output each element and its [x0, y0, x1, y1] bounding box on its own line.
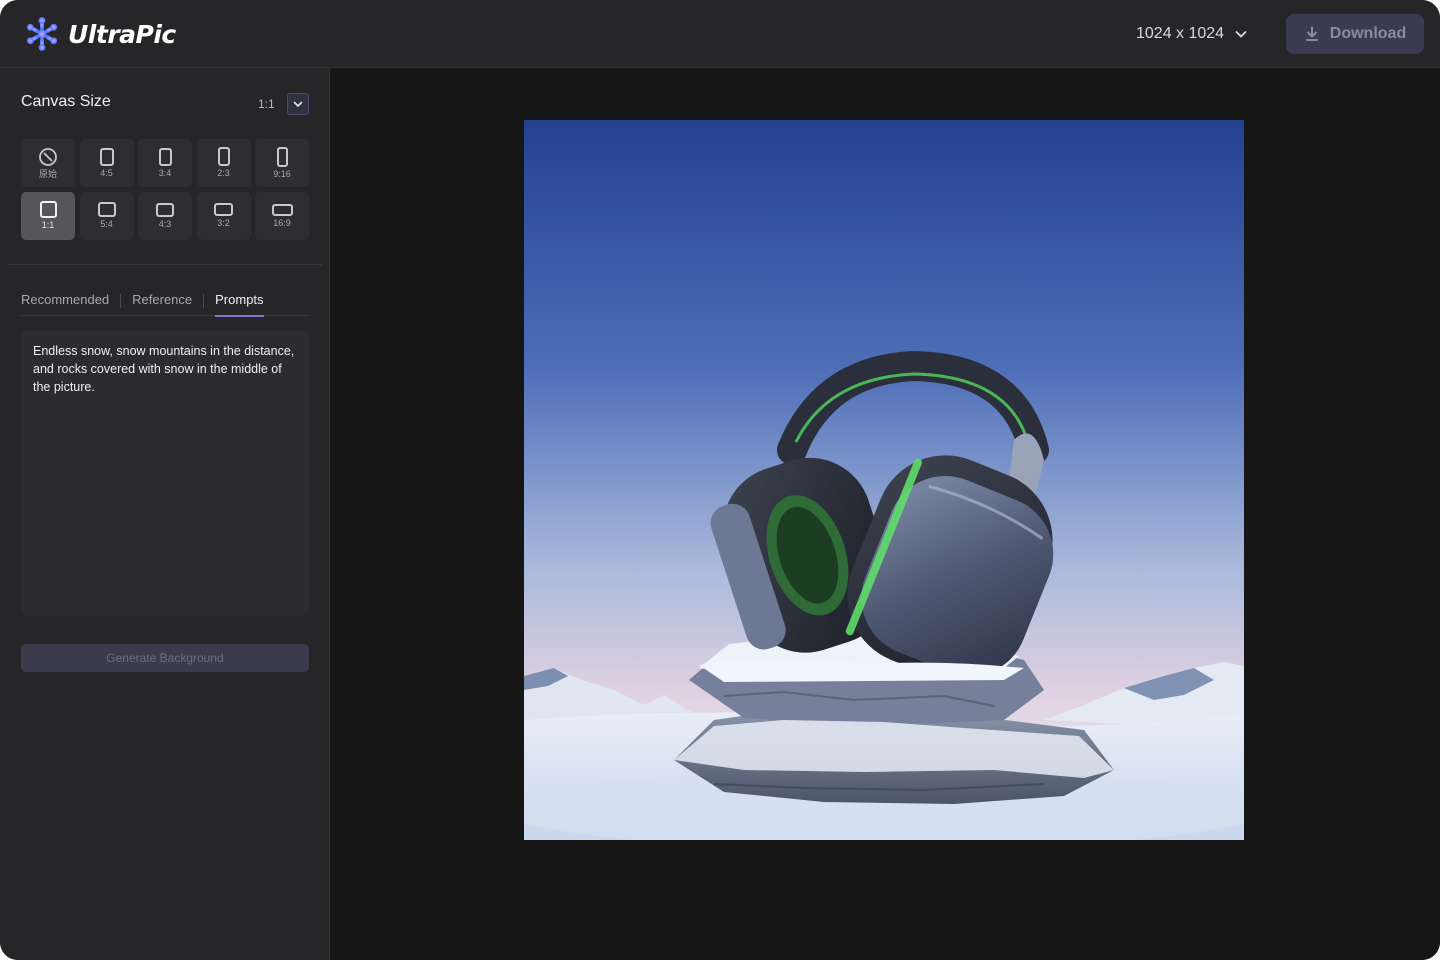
- prompt-textarea[interactable]: Endless snow, snow mountains in the dist…: [21, 330, 309, 616]
- ratio-16-9-icon: [271, 203, 293, 216]
- ratio-label: 1:1: [41, 220, 55, 230]
- download-icon: [1305, 26, 1318, 41]
- ratio-4-5-icon: [99, 147, 114, 166]
- ratio-label: 4:3: [158, 218, 172, 229]
- tab-prompts[interactable]: Prompts: [215, 292, 264, 317]
- canvas-ratio-value: 1:1: [258, 97, 275, 111]
- ratio-option-16-9[interactable]: 16:9: [255, 192, 309, 240]
- canvas-size-collapse-button[interactable]: [287, 93, 309, 115]
- ratio-label: 9:16: [273, 168, 291, 179]
- ratio-option-9-16[interactable]: 9:16: [255, 139, 309, 187]
- tab-separator: [203, 294, 205, 308]
- download-button[interactable]: Download: [1286, 14, 1424, 54]
- ratio-label: 5:4: [100, 219, 113, 229]
- ratio-option-2-3[interactable]: 2:3: [196, 139, 251, 187]
- generate-background-button[interactable]: Generate Background: [21, 644, 309, 672]
- chevron-down-icon: [293, 101, 303, 107]
- app-name: UltraPic: [68, 19, 176, 49]
- download-label: Download: [1329, 25, 1407, 42]
- settings-sidebar: Canvas Size 1:1 原始 4:5 3:4 2:3 9:16 1:1 …: [0, 68, 330, 960]
- headphones-snow-scene-image: [524, 120, 1244, 840]
- ratio-3-4-icon: [158, 147, 172, 166]
- ratio-option-4-5[interactable]: 4:5: [79, 139, 134, 187]
- app-logo[interactable]: UltraPic: [24, 16, 176, 52]
- ratio-4-3-icon: [156, 202, 174, 217]
- ratio-9-16-icon: [276, 146, 288, 167]
- ratio-label: 16:9: [273, 217, 291, 228]
- ratio-label: 2:3: [217, 168, 230, 178]
- ratio-option-3-4[interactable]: 3:4: [138, 139, 192, 187]
- output-size-select[interactable]: 1024 x 1024: [1136, 22, 1248, 46]
- output-size-value: 1024 x 1024: [1136, 25, 1225, 42]
- ratio-1-1-icon: [39, 201, 57, 218]
- ratio-5-4-icon: [97, 202, 116, 217]
- ratio-label: 3:2: [217, 218, 230, 228]
- tab-recommended[interactable]: Recommended: [21, 292, 109, 316]
- ratio-option-3-2[interactable]: 3:2: [196, 192, 251, 240]
- ratio-grid: 原始 4:5 3:4 2:3 9:16 1:1 5:4 4:3 3:2 16:9: [21, 139, 309, 240]
- background-source-tabs: Recommended Reference Prompts: [21, 292, 309, 317]
- ratio-option-5-4[interactable]: 5:4: [79, 192, 134, 240]
- ratio-2-3-icon: [217, 147, 230, 166]
- snowflake-logo-icon: [25, 17, 59, 51]
- top-bar: UltraPic 1024 x 1024 Download: [0, 0, 1440, 68]
- generated-image-preview: [524, 120, 1244, 840]
- chevron-down-icon: [1235, 31, 1247, 38]
- ratio-label: 4:5: [100, 167, 113, 178]
- ratio-option-original[interactable]: 原始: [21, 139, 75, 187]
- canvas-size-title: Canvas Size: [21, 93, 111, 110]
- ratio-option-4-3[interactable]: 4:3: [138, 192, 192, 240]
- section-divider: [8, 264, 322, 265]
- no-ratio-icon: [39, 147, 57, 166]
- tab-separator: [120, 294, 122, 308]
- app-window: UltraPic 1024 x 1024 Download Canvas Siz…: [0, 0, 1440, 960]
- ratio-label: 原始: [38, 168, 57, 179]
- ratio-option-1-1[interactable]: 1:1: [21, 192, 75, 240]
- ratio-label: 3:4: [158, 167, 172, 178]
- tab-reference[interactable]: Reference: [132, 292, 192, 316]
- ratio-3-2-icon: [214, 203, 233, 216]
